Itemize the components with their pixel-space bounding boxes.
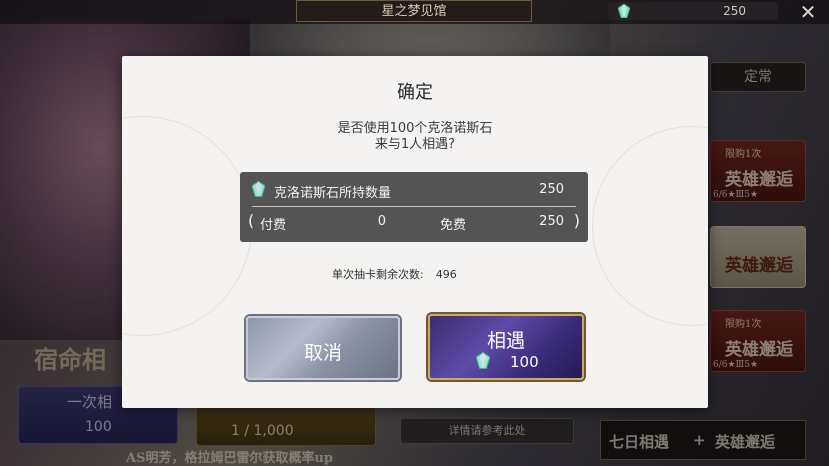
free-value: 250	[539, 214, 564, 229]
confirm-dialog: 确定 是否使用100个克洛诺斯石 来与1人相遇? 克洛诺斯石所持数量 250 (…	[122, 56, 708, 408]
cancel-button[interactable]: 取消	[246, 316, 400, 380]
holdings-total: 250	[539, 182, 564, 197]
crystal-gem-icon	[251, 180, 266, 201]
confirm-label: 相遇	[486, 330, 525, 352]
confirm-encounter-button[interactable]: 相遇 100	[428, 314, 584, 380]
divider	[252, 206, 576, 207]
currency-display[interactable]: 250	[608, 2, 778, 20]
crystal-gem-icon	[617, 3, 631, 23]
dialog-message-line1: 是否使用100个克洛诺斯石	[337, 121, 493, 136]
remaining-label: 单次抽卡剩余次数:	[332, 268, 424, 281]
cancel-label: 取消	[303, 342, 342, 364]
dialog-message-line2: 来与1人相遇?	[374, 137, 456, 152]
paid-label: 付费	[260, 218, 287, 233]
top-bar: 星之梦见馆 250 ✕	[0, 0, 829, 24]
holdings-label: 克洛诺斯石所持数量	[274, 186, 392, 201]
dialog-title: 确定	[397, 82, 433, 103]
close-icon[interactable]: ✕	[795, 2, 821, 22]
free-label: 免费	[440, 218, 467, 233]
confirm-cost: 100	[510, 353, 539, 371]
dialog-decoration-right	[592, 126, 708, 326]
paid-value: 0	[377, 214, 386, 229]
remaining-draws: 单次抽卡剩余次数: 496	[332, 266, 457, 282]
paren-close: )	[573, 211, 580, 230]
paren-open: (	[248, 211, 255, 230]
holdings-panel: 克洛诺斯石所持数量 250 ( 付费 0 免费 250 )	[240, 172, 588, 242]
remaining-value: 496	[435, 268, 457, 281]
crystal-gem-icon	[475, 351, 491, 373]
page-title: 星之梦见馆	[296, 0, 532, 22]
dialog-message: 是否使用100个克洛诺斯石 来与1人相遇?	[122, 121, 708, 153]
currency-amount: 250	[723, 4, 746, 18]
